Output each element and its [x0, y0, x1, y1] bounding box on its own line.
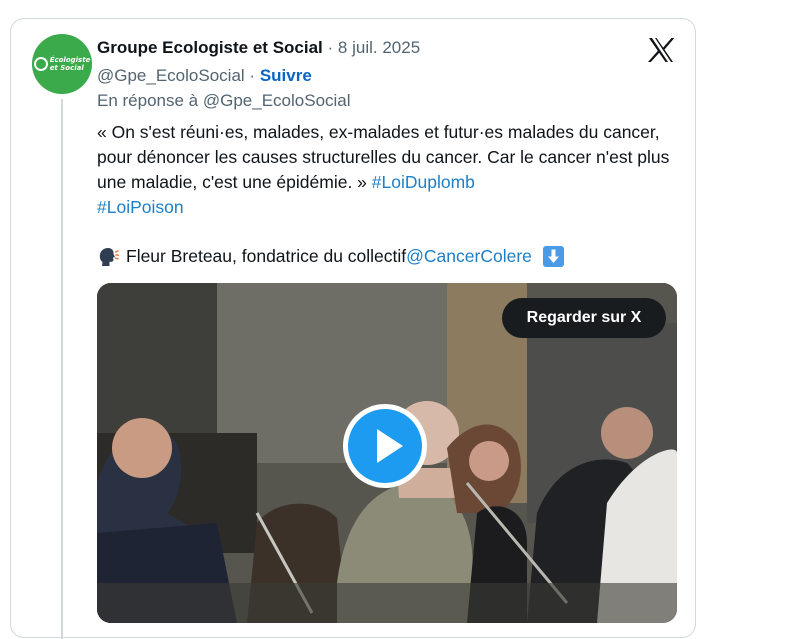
watch-on-x-button[interactable]: Regarder sur X — [502, 298, 666, 338]
avatar-logo: Écologiste et Social — [33, 56, 91, 72]
tweet-card[interactable]: Écologiste et Social Groupe Ecologiste e… — [10, 18, 696, 639]
hashtag-loiduplomb[interactable]: #LoiDuplomb — [372, 172, 475, 192]
avatar-logo-mark-icon — [33, 57, 48, 71]
author-handle[interactable]: @Gpe_EcoloSocial — [97, 66, 245, 85]
reply-handle[interactable]: @Gpe_EcoloSocial — [203, 91, 351, 110]
play-button[interactable] — [343, 404, 427, 488]
handle-separator: · — [249, 66, 256, 85]
follow-button[interactable]: Suivre — [260, 66, 312, 85]
down-arrow-icon — [542, 246, 564, 267]
tweet-signature: Fleur Breteau, fondatrice du collectif @… — [97, 244, 564, 269]
author-name[interactable]: Groupe Ecologiste et Social — [97, 38, 323, 57]
reply-prefix: En réponse à — [97, 91, 203, 110]
play-icon — [377, 429, 403, 463]
mention-cancercolere[interactable]: @CancerColere — [406, 244, 532, 269]
header-separator: · — [327, 38, 334, 57]
speaking-head-icon — [99, 247, 119, 266]
reply-context: En réponse à @Gpe_EcoloSocial — [97, 90, 351, 112]
x-logo-icon[interactable] — [647, 37, 675, 63]
avatar[interactable]: Écologiste et Social — [32, 34, 92, 94]
avatar-text-line1: Écologiste — [49, 56, 91, 64]
avatar-text-line2: et Social — [49, 64, 84, 72]
tweet-date[interactable]: 8 juil. 2025 — [338, 38, 420, 57]
hashtag-loipoison[interactable]: #LoiPoison — [97, 197, 184, 217]
handle-line: @Gpe_EcoloSocial · Suivre — [97, 65, 312, 87]
signature-text: Fleur Breteau, fondatrice du collectif — [126, 246, 407, 266]
tweet-header: Groupe Ecologiste et Social · 8 juil. 20… — [97, 37, 420, 59]
video-player[interactable]: Regarder sur X — [97, 283, 677, 623]
thread-line — [61, 99, 63, 639]
tweet-text: « On s'est réuni·es, malades, ex-malades… — [97, 120, 687, 220]
